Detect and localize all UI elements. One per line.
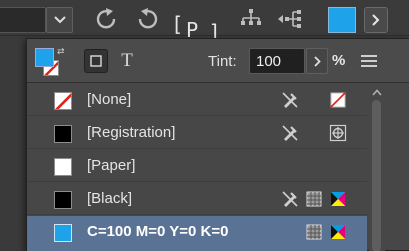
swatch-row-black[interactable]: [Black] — [27, 183, 367, 215]
process-color-icon — [304, 222, 324, 242]
tint-input[interactable] — [249, 48, 305, 74]
swap-fill-stroke-icon[interactable]: ⇄ — [57, 46, 65, 57]
tint-label: Tint: — [208, 53, 237, 70]
swatch-label: [Paper] — [87, 157, 136, 174]
swatch-label: [Black] — [87, 190, 133, 207]
redo-icon — [96, 8, 116, 29]
fill-swatch[interactable] — [35, 48, 54, 67]
toolbar-dropdown-button[interactable] — [46, 7, 73, 33]
toolbar-color-swatch[interactable] — [328, 7, 356, 33]
swatch-label: [Registration] — [87, 124, 176, 141]
swatch-chip-registration — [54, 125, 72, 143]
none-swatch-icon — [328, 90, 348, 110]
fill-stroke-proxy[interactable]: ⇄ — [35, 46, 65, 78]
distribute-button[interactable] — [276, 6, 308, 32]
formatting-affects-text-button[interactable]: T — [115, 49, 139, 73]
toolbar-field[interactable] — [0, 7, 46, 33]
swatch-chip-cyan — [54, 224, 72, 242]
swatch-row-paper[interactable]: [Paper] — [27, 150, 367, 182]
undo-icon — [138, 8, 158, 29]
redo-button[interactable] — [92, 6, 122, 32]
none-slash-icon — [55, 93, 71, 109]
format-container-icon — [90, 55, 102, 67]
swatches-panel-header: ⇄ T Tint: % — [27, 39, 409, 83]
cmyk-icon — [328, 189, 348, 209]
formatting-affects-container-button[interactable] — [84, 49, 108, 73]
swatch-label: C=100 M=0 Y=0 K=0 — [87, 223, 229, 240]
swatch-list: [None] [Registration] [Paper] [Black] C=… — [27, 84, 367, 251]
bracket-char: P — [186, 18, 199, 42]
toolbar-next-button[interactable] — [364, 7, 388, 33]
align-button[interactable] — [238, 6, 264, 32]
top-toolbar: [ P ] — [0, 0, 409, 42]
swatch-chip-paper — [54, 158, 72, 176]
panel-menu-button[interactable] — [361, 55, 377, 67]
chevron-up-icon — [372, 88, 382, 96]
scrollbar-thumb[interactable] — [372, 100, 381, 251]
registration-target-icon — [328, 123, 348, 143]
chevron-right-icon — [313, 55, 321, 67]
swatch-label: [None] — [87, 91, 132, 108]
pencil-crossed-icon — [280, 90, 300, 110]
tint-slider-button[interactable] — [306, 48, 328, 74]
swatch-row-none[interactable]: [None] — [27, 84, 367, 116]
tint-percent-unit: % — [332, 52, 346, 69]
hamburger-menu-icon — [361, 55, 377, 67]
pencil-crossed-icon — [280, 189, 300, 209]
swatch-row-registration[interactable]: [Registration] — [27, 117, 367, 149]
undo-button[interactable] — [132, 6, 162, 32]
chevron-down-icon — [53, 16, 66, 24]
process-color-icon — [304, 189, 324, 209]
align-hierarchy-icon — [241, 9, 261, 25]
chevron-right-icon — [372, 14, 380, 26]
swatches-panel: ⇄ T Tint: % [None] — [26, 38, 409, 251]
pencil-crossed-icon — [280, 123, 300, 143]
swatch-chip-black — [54, 191, 72, 209]
swatch-chip-none — [54, 92, 72, 110]
distribute-hierarchy-icon — [278, 10, 301, 28]
bracket-left: [ — [174, 12, 182, 36]
scroll-up-button[interactable] — [370, 86, 384, 98]
cmyk-icon — [328, 222, 348, 242]
swatch-row-cyan[interactable]: C=100 M=0 Y=0 K=0 — [27, 216, 367, 251]
